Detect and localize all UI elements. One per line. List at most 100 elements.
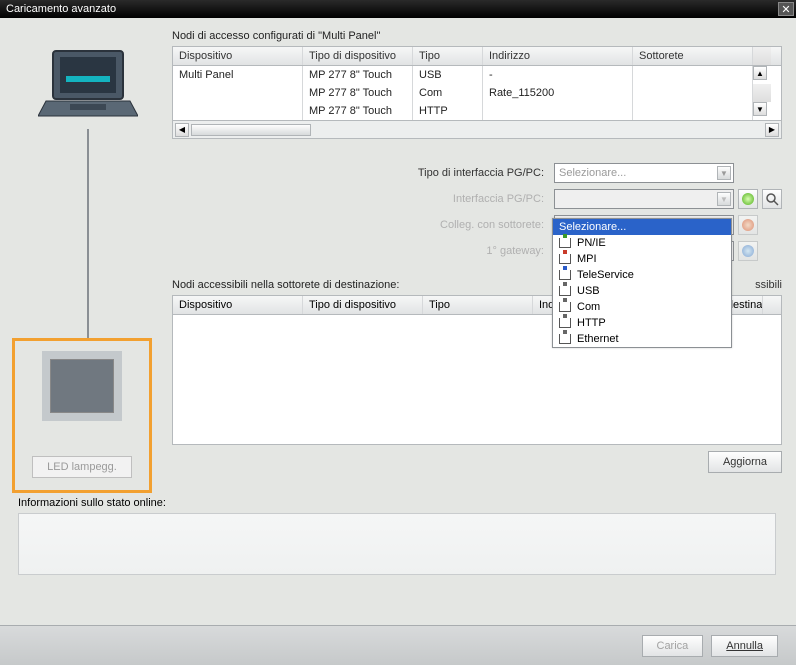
led-blink-label: LED lampegg. (47, 461, 117, 473)
cell: MP 277 8" Touch (303, 102, 413, 120)
section-configured-nodes-label: Nodi di accesso configurati di "Multi Pa… (172, 30, 784, 42)
cell: Rate_115200 (483, 84, 633, 102)
chevron-down-icon: ▼ (717, 166, 731, 180)
gateway-icon (742, 245, 754, 257)
cell: Com (413, 84, 483, 102)
col-header-device[interactable]: Dispositivo (173, 296, 303, 314)
btn-if-props[interactable] (738, 189, 758, 209)
accessible-partial-text: ssibili (755, 279, 782, 291)
item-label: USB (577, 285, 600, 297)
combo-pgpc-if: ▼ (554, 189, 734, 209)
connection-icon (742, 219, 754, 231)
dialog-body: LED lampegg. Nodi di accesso configurati… (0, 18, 796, 625)
load-button: Carica (642, 635, 704, 657)
combo-value: Selezionare... (559, 167, 626, 179)
close-icon: ✕ (781, 3, 790, 16)
dropdown-item-pnie[interactable]: PN/IE (553, 235, 731, 251)
cell: USB (413, 66, 483, 84)
scroll-up-icon[interactable]: ▲ (753, 66, 767, 80)
btn-if-search[interactable] (762, 189, 782, 209)
close-button[interactable]: ✕ (778, 2, 794, 16)
interface-icon (559, 254, 571, 264)
combo-pgpc-type[interactable]: Selezionare... ▼ (554, 163, 734, 183)
item-label: Ethernet (577, 333, 619, 345)
interface-icon (559, 286, 571, 296)
chevron-down-icon: ▼ (717, 192, 731, 206)
item-label: HTTP (577, 317, 606, 329)
btn-subnet (738, 215, 758, 235)
dropdown-item-usb[interactable]: USB (553, 283, 731, 299)
cell: HTTP (413, 102, 483, 120)
refresh-button[interactable]: Aggiorna (708, 451, 782, 473)
cell (173, 84, 303, 102)
scrollbar-thumb[interactable] (191, 124, 311, 136)
item-label: MPI (577, 253, 597, 265)
dropdown-item-ethernet[interactable]: Ethernet (553, 331, 731, 347)
col-header-devtype[interactable]: Tipo di dispositivo (303, 296, 423, 314)
scroll-right-icon[interactable]: ▶ (765, 123, 779, 137)
cell: Multi Panel (173, 66, 303, 84)
cell (633, 66, 753, 84)
load-label: Carica (657, 640, 689, 652)
interface-icon (559, 334, 571, 344)
cell: MP 277 8" Touch (303, 66, 413, 84)
table-row[interactable]: MP 277 8" Touch Com Rate_115200 (173, 84, 781, 102)
col-header-device[interactable]: Dispositivo (173, 47, 303, 65)
led-blink-button[interactable]: LED lampegg. (32, 456, 132, 478)
titlebar: Caricamento avanzato ✕ (0, 0, 796, 18)
interface-icon (559, 238, 571, 248)
col-header-subnet[interactable]: Sottorete (633, 47, 753, 65)
connection-line-icon (87, 129, 89, 339)
col-header-address[interactable]: Indirizzo (483, 47, 633, 65)
scrollbar-track[interactable] (189, 124, 765, 136)
interface-icon (559, 302, 571, 312)
cancel-label: Annulla (726, 640, 763, 652)
scroll-down-icon[interactable]: ▼ (753, 102, 767, 116)
row-pgpc-if: Interfaccia PG/PC: ▼ (172, 189, 782, 209)
configured-nodes-table: Dispositivo Tipo di dispositivo Tipo Ind… (172, 46, 782, 121)
cell (173, 102, 303, 120)
row-pgpc-type: Tipo di interfaccia PG/PC: Selezionare..… (172, 163, 782, 183)
col-header-type[interactable]: Tipo (413, 47, 483, 65)
cell: - (483, 66, 633, 84)
item-label: PN/IE (577, 237, 606, 249)
label-pgpc-type: Tipo di interfaccia PG/PC: (344, 167, 544, 179)
cell: MP 277 8" Touch (303, 84, 413, 102)
hmi-panel-icon (42, 351, 122, 421)
window-title: Caricamento avanzato (6, 3, 116, 15)
dialog-footer: Carica Annulla (0, 625, 796, 665)
scroll-left-icon[interactable]: ◀ (175, 123, 189, 137)
item-label: TeleService (577, 269, 634, 281)
gear-icon (742, 193, 754, 205)
interface-icon (559, 318, 571, 328)
item-label: Com (577, 301, 600, 313)
refresh-label: Aggiorna (723, 456, 767, 468)
laptop-icon (38, 46, 138, 126)
col-header-type[interactable]: Tipo (423, 296, 533, 314)
table-row[interactable]: MP 277 8" Touch HTTP ▼ (173, 102, 781, 120)
section-accessible-nodes-label: Nodi accessibili nella sottorete di dest… (172, 279, 399, 291)
interface-icon (559, 270, 571, 280)
dropdown-item-selezionare[interactable]: Selezionare... (553, 219, 731, 235)
pgpc-type-dropdown[interactable]: Selezionare... PN/IE MPI TeleService USB… (552, 218, 732, 348)
dropdown-item-mpi[interactable]: MPI (553, 251, 731, 267)
label-gateway: 1° gateway: (344, 245, 544, 257)
label-subnet: Colleg. con sottorete: (344, 219, 544, 231)
online-status-box (18, 513, 776, 575)
search-icon (765, 192, 779, 206)
dropdown-item-teleservice[interactable]: TeleService (553, 267, 731, 283)
hscrollbar[interactable]: ◀ ▶ (172, 121, 782, 139)
dropdown-item-com[interactable]: Com (553, 299, 731, 315)
btn-gateway (738, 241, 758, 261)
table-row[interactable]: Multi Panel MP 277 8" Touch USB - ▲ (173, 66, 781, 84)
dropdown-item-http[interactable]: HTTP (553, 315, 731, 331)
destination-device-box: LED lampegg. (12, 338, 152, 493)
label-pgpc-if: Interfaccia PG/PC: (344, 193, 544, 205)
left-graphic-column (18, 46, 158, 339)
cancel-button[interactable]: Annulla (711, 635, 778, 657)
cell (633, 102, 753, 120)
table-header-row: Dispositivo Tipo di dispositivo Tipo Ind… (173, 47, 781, 66)
col-header-devtype[interactable]: Tipo di dispositivo (303, 47, 413, 65)
section-online-status-label: Informazioni sullo stato online: (18, 497, 784, 509)
cell (483, 102, 633, 120)
